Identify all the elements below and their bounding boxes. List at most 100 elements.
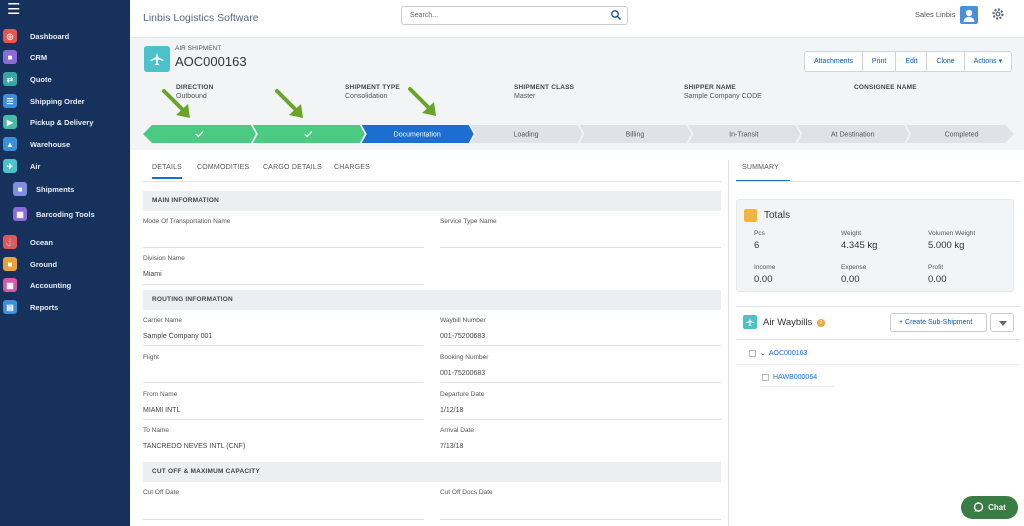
sidebar-item-quote[interactable]: ⇄ Quote	[3, 70, 52, 88]
section-cut-off-capacity[interactable]: CUT OFF & MAXIMUM CAPACITY	[143, 462, 721, 482]
field-underline	[440, 345, 721, 346]
sidebar-item-barcoding-tools[interactable]: ▦ Barcoding Tools	[13, 205, 95, 223]
arrow-annotation-icon	[408, 87, 436, 116]
sidebar-item-label: Accounting	[30, 280, 72, 290]
reports-icon: ▤	[3, 300, 17, 314]
field-arrival-date[interactable]: Arrival Date 7/13/18	[440, 427, 721, 450]
sidebar-item-label: Reports	[30, 302, 59, 312]
master-waybill-link[interactable]: AOC000163	[769, 350, 808, 357]
edit-button[interactable]: Edit	[896, 52, 928, 71]
metric-label: Profit	[928, 264, 944, 271]
stage-path-svg: Documentation Loading Billing In-Transit At …	[143, 125, 1014, 143]
hamburger-menu-icon[interactable]: ☰	[7, 2, 20, 17]
field-to-name[interactable]: To Name TANCREDO NEVES INTL (CNF)	[143, 427, 424, 450]
search-input[interactable]: Search...	[401, 6, 628, 25]
tree-item-house[interactable]: HAWB000064	[762, 374, 817, 381]
field-booking-number[interactable]: Booking Number 001-75200683	[440, 354, 721, 383]
user-name[interactable]: Sales Linbis	[915, 10, 955, 19]
section-main-information[interactable]: MAIN INFORMATION	[143, 191, 721, 211]
avatar[interactable]	[960, 6, 978, 24]
sub-shipment-dropdown[interactable]	[990, 313, 1014, 332]
arrow-annotation-icon	[275, 89, 303, 118]
metric-label: Expense	[841, 264, 867, 271]
field-carrier[interactable]: Carrier Name Sample Company 001	[143, 317, 424, 346]
field-label: SHIPMENT TYPE	[345, 84, 400, 91]
detail-tabs: DETAILS COMMODITIES CARGO DETAILS CHARGE…	[143, 160, 721, 182]
attachments-button[interactable]: Attachments	[805, 52, 863, 71]
panel-divider	[728, 160, 729, 526]
tab-summary[interactable]: SUMMARY	[736, 160, 790, 182]
layers-icon: ☰	[3, 94, 17, 108]
sidebar-item-pickup-delivery[interactable]: ▶ Pickup & Delivery	[3, 113, 93, 131]
field-value: Consolidation	[345, 93, 388, 100]
metric-income: Income 0.00	[754, 264, 775, 285]
field-division[interactable]: Division Name Miami	[143, 255, 424, 285]
tab-details[interactable]: DETAILS	[152, 164, 183, 179]
sidebar-item-warehouse[interactable]: ▲ Warehouse	[3, 135, 70, 153]
stage-step[interactable]	[143, 125, 256, 143]
sidebar-item-ground[interactable]: ■ Ground	[3, 255, 57, 273]
field-service-type[interactable]: Service Type Name	[440, 218, 721, 248]
tree-divider	[736, 364, 1020, 365]
chat-label: Chat	[988, 503, 1006, 512]
field-label: Mode Of Transportation Name	[143, 218, 231, 225]
sidebar-item-label: Air	[30, 161, 41, 171]
stage-label: Completed	[945, 132, 979, 139]
search-icon[interactable]	[610, 9, 622, 21]
field-underline	[440, 419, 721, 420]
house-waybill-link[interactable]: HAWB000064	[773, 374, 817, 381]
sidebar-item-label: CRM	[30, 52, 48, 62]
sidebar-item-air[interactable]: ✈ Air	[3, 157, 40, 175]
section-title: ROUTING INFORMATION	[152, 296, 233, 303]
field-label: Arrival Date	[440, 427, 474, 434]
sidebar-item-crm[interactable]: ■ CRM	[3, 48, 47, 66]
metric-value: 6	[754, 240, 760, 251]
field-waybill-number[interactable]: Waybill Number 001-75200683	[440, 317, 721, 346]
field-value: 1/12/18	[440, 407, 464, 414]
sidebar-item-shipments[interactable]: ■ Shipments	[13, 180, 74, 198]
sidebar-item-ocean[interactable]: ⚓ Ocean	[3, 233, 53, 251]
folder-icon: ■	[13, 182, 27, 196]
air-waybills-header: Air Waybills 2 + Create Sub-Shipment	[736, 306, 1020, 340]
gear-icon[interactable]	[991, 7, 1005, 21]
sidebar-item-reports[interactable]: ▤ Reports	[3, 298, 58, 316]
checkbox[interactable]	[762, 374, 769, 381]
actions-dropdown[interactable]: Actions ▾	[965, 52, 1011, 71]
summary-tab-underline	[736, 181, 1020, 182]
field-flight[interactable]: Flight	[143, 354, 424, 383]
tree-item-master[interactable]: ⌄ AOC000163	[749, 349, 807, 357]
field-value: TANCREDO NEVES INTL (CNF)	[143, 443, 246, 450]
chevron-down-icon[interactable]: ⌄	[760, 349, 766, 357]
sidebar-item-label: Shipping Order	[30, 96, 85, 106]
sidebar-item-dashboard[interactable]: ◎ Dashboard	[3, 27, 69, 45]
field-cut-off-docs-date[interactable]: Cut Off Docs Date	[440, 489, 721, 520]
field-label: SHIPPER NAME	[684, 84, 736, 91]
field-from-name[interactable]: From Name MIAMI INTL	[143, 391, 424, 420]
print-button[interactable]: Print	[863, 52, 897, 71]
field-underline	[143, 382, 424, 383]
record-type: AIR SHIPMENT	[175, 45, 222, 52]
app-root: ☰ ◎ Dashboard ■ CRM ⇄ Quote ☰ Shipping Order…	[0, 0, 1024, 526]
field-label: Waybill Number	[440, 317, 486, 324]
field-label: Carrier Name	[143, 317, 183, 324]
field-value: 7/13/18	[440, 443, 464, 450]
field-cut-off-date[interactable]: Cut Off Date	[143, 489, 424, 520]
tab-commodities[interactable]: COMMODITIES	[197, 164, 249, 177]
accounting-icon: ▦	[3, 278, 17, 292]
section-routing-information[interactable]: ROUTING INFORMATION	[143, 290, 721, 310]
sidebar-item-shipping-order[interactable]: ☰ Shipping Order	[3, 92, 85, 110]
clone-button[interactable]: Clone	[927, 52, 965, 71]
field-departure-date[interactable]: Departure Date 1/12/18	[440, 391, 721, 420]
field-label: Cut Off Date	[143, 489, 180, 496]
field-label: Booking Number	[440, 354, 489, 361]
checkbox[interactable]	[749, 349, 756, 357]
stage-label: Loading	[514, 132, 539, 139]
tab-charges[interactable]: CHARGES	[334, 164, 370, 177]
create-sub-shipment-button[interactable]: + Create Sub-Shipment	[890, 313, 987, 332]
sidebar-item-accounting[interactable]: ▦ Accounting	[3, 276, 71, 294]
field-mode-of-transportation[interactable]: Mode Of Transportation Name	[143, 218, 424, 248]
tab-cargo-details[interactable]: CARGO DETAILS	[263, 164, 322, 177]
barcode-icon: ▦	[13, 207, 27, 221]
chat-button[interactable]: Chat	[961, 496, 1018, 519]
field-label: CONSIGNEE NAME	[854, 84, 917, 91]
